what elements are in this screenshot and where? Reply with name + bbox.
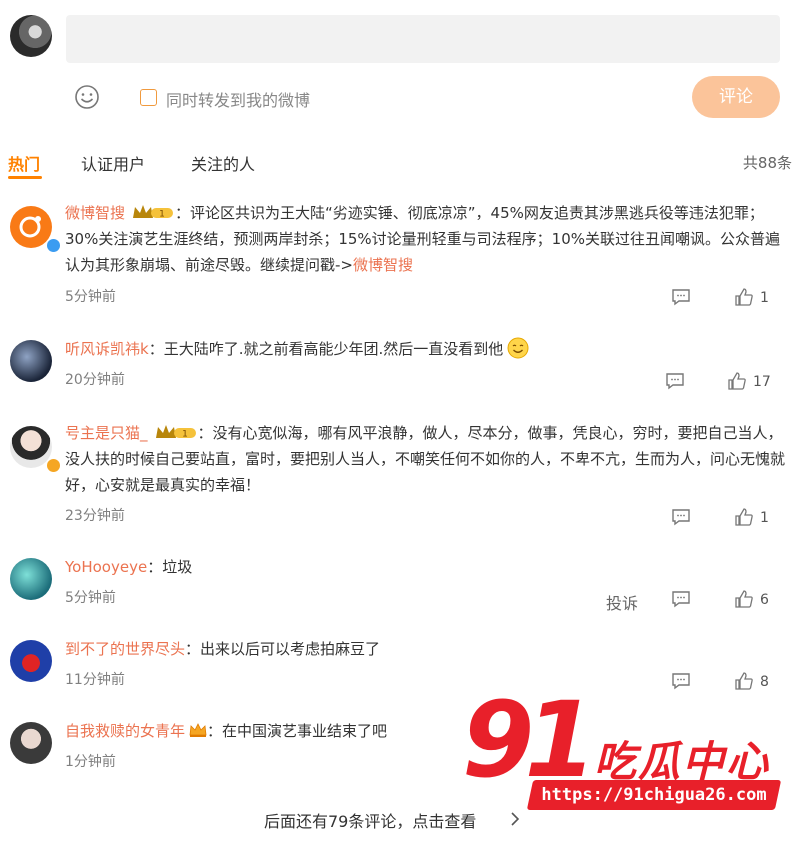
more-comments-link[interactable]: 后面还有79条评论，点击查看 bbox=[264, 808, 476, 832]
comment-link[interactable]: 微博智搜 bbox=[353, 256, 413, 274]
like-count: 17 bbox=[753, 374, 771, 390]
comment-time: 20分钟前 bbox=[65, 372, 125, 388]
avatar[interactable] bbox=[10, 558, 52, 600]
crown-badge bbox=[189, 723, 207, 737]
vip-crown-badge: 1 bbox=[133, 205, 174, 220]
verified-badge bbox=[46, 458, 61, 473]
like-icon[interactable] bbox=[734, 287, 754, 307]
watermark-url-banner: https://91chigua26.com bbox=[526, 780, 782, 810]
reply-icon[interactable] bbox=[671, 672, 691, 690]
comment-username[interactable]: YoHooyeye bbox=[65, 558, 147, 576]
like-count: 1 bbox=[760, 510, 769, 526]
comment-body: ：垃圾 bbox=[147, 558, 193, 576]
comment-input[interactable] bbox=[66, 15, 780, 63]
reply-icon[interactable] bbox=[671, 508, 691, 526]
like-icon[interactable] bbox=[734, 589, 754, 609]
comment-text: 自我救赎的女青年 ：在中国演艺事业结束了吧 bbox=[65, 718, 785, 744]
like-icon[interactable] bbox=[734, 507, 754, 527]
comment-username[interactable]: 自我救赎的女青年 bbox=[65, 722, 185, 740]
comment-username[interactable]: 听风诉凯祎k bbox=[65, 340, 149, 358]
composer-avatar[interactable] bbox=[10, 15, 52, 57]
total-comment-count: 共88条 bbox=[742, 154, 792, 172]
comment-username[interactable]: 到不了的世界尽头 bbox=[65, 640, 185, 658]
report-link[interactable]: 投诉 bbox=[606, 590, 638, 614]
comment-time: 11分钟前 bbox=[65, 672, 125, 688]
chevron-right-icon[interactable] bbox=[510, 811, 520, 827]
like-count: 8 bbox=[760, 674, 769, 690]
watermark-url: https://91chigua26.com bbox=[541, 785, 767, 805]
comment-time: 23分钟前 bbox=[65, 508, 125, 524]
smile-emoji bbox=[507, 337, 529, 359]
like-count: 1 bbox=[760, 290, 769, 306]
comment-text: 听风诉凯祎k：王大陆咋了.就之前看高能少年团.然后一直没看到他 bbox=[65, 336, 785, 362]
comment-body: ：王大陆咋了.就之前看高能少年团.然后一直没看到他 bbox=[148, 340, 504, 358]
reply-icon[interactable] bbox=[671, 590, 691, 608]
avatar[interactable] bbox=[10, 722, 52, 764]
comment-text: 号主是只猫_ 1 ：没有心宽似海，哪有风平浪静，做人，尽本分，做事，凭良心，穷时，要… bbox=[65, 420, 785, 498]
comment-time: 5分钟前 bbox=[65, 590, 116, 606]
avatar[interactable] bbox=[10, 426, 61, 473]
comment-time: 1分钟前 bbox=[65, 754, 116, 770]
tab-following[interactable]: 关注的人 bbox=[191, 151, 255, 175]
tab-active-underline bbox=[8, 176, 42, 179]
submit-comment-button[interactable]: 评论 bbox=[692, 76, 780, 118]
reply-icon[interactable] bbox=[671, 288, 691, 306]
tab-hot[interactable]: 热门 bbox=[8, 151, 40, 175]
avatar[interactable] bbox=[10, 640, 52, 682]
comment-text: 到不了的世界尽头：出来以后可以考虑拍麻豆了 bbox=[65, 636, 785, 662]
reply-icon[interactable] bbox=[665, 372, 685, 390]
repost-label[interactable]: 同时转发到我的微博 bbox=[166, 87, 310, 111]
comment-text: 微博智搜 1 ：评论区共识为王大陆“劣迹实锤、彻底凉凉”，45%网友追责其涉黑逃兵役… bbox=[65, 200, 785, 278]
comment-body: ：出来以后可以考虑拍麻豆了 bbox=[185, 640, 381, 658]
svg-text:1: 1 bbox=[182, 430, 188, 440]
comment-username[interactable]: 号主是只猫_ bbox=[65, 424, 148, 442]
verified-badge bbox=[46, 238, 61, 253]
avatar[interactable] bbox=[10, 206, 61, 253]
watermark: 91 吃瓜中心 https://91chigua26.com bbox=[462, 688, 782, 818]
like-icon[interactable] bbox=[734, 671, 754, 691]
comment-body: ：在中国演艺事业结束了吧 bbox=[207, 722, 388, 740]
svg-text:1: 1 bbox=[159, 210, 165, 220]
comment-tabs: 热门 认证用户 关注的人 共88条 bbox=[8, 151, 792, 179]
smiley-icon[interactable] bbox=[74, 84, 100, 110]
vip-crown-badge: 1 bbox=[155, 425, 196, 440]
like-count: 6 bbox=[760, 592, 769, 608]
avatar[interactable] bbox=[10, 340, 52, 382]
comment-username[interactable]: 微博智搜 bbox=[65, 204, 125, 222]
comment-text: YoHooyeye：垃圾 bbox=[65, 554, 785, 580]
repost-checkbox[interactable] bbox=[140, 89, 157, 106]
comment-time: 5分钟前 bbox=[65, 289, 116, 305]
like-icon[interactable] bbox=[727, 371, 747, 391]
tab-verified-users[interactable]: 认证用户 bbox=[81, 151, 145, 175]
